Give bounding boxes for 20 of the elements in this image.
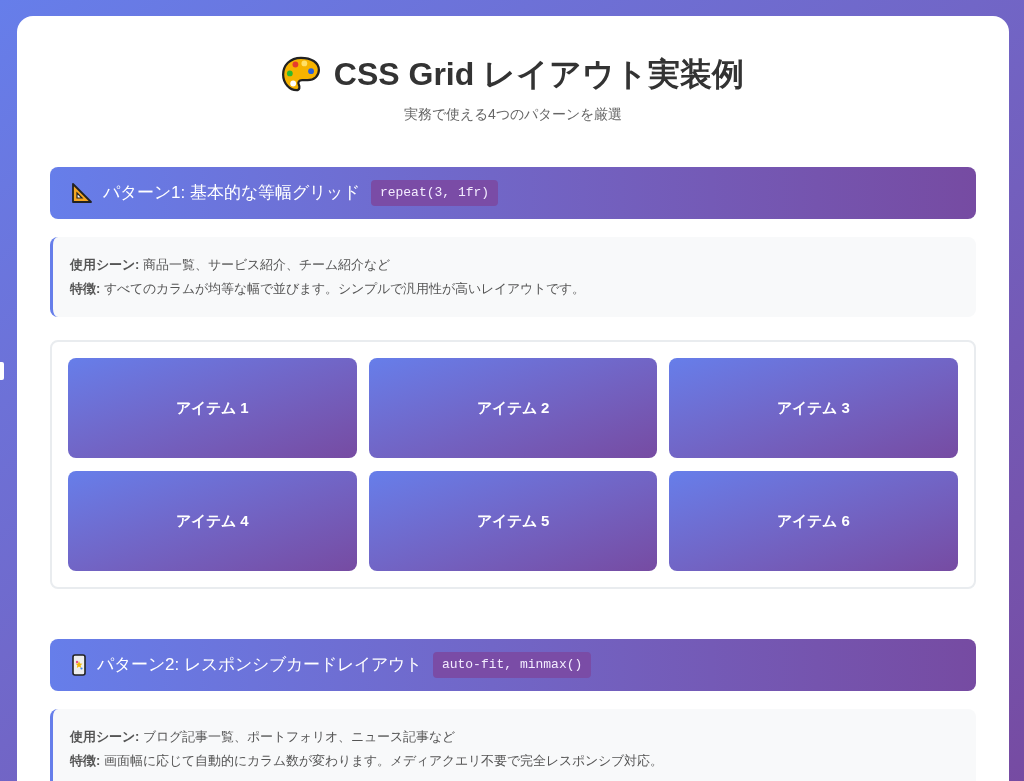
side-tab[interactable] [0, 362, 4, 380]
triangle-ruler-icon [72, 183, 92, 203]
description-text: 使用シーン: ブログ記事一覧、ポートフォリオ、ニュース記事など [70, 728, 456, 746]
phone-icon [72, 654, 86, 676]
grid-item: アイテム 5 [368, 471, 658, 571]
section-title: パターン1: 基本的な等幅グリッド [103, 182, 360, 205]
description-text: 使用シーン: 商品一覧、サービス紹介、チーム紹介など [70, 256, 391, 274]
grid-item: アイテム 2 [368, 358, 658, 458]
page-title: CSS Grid レイアウト実装例 [333, 55, 745, 94]
section-title: パターン2: レスポンシブカードレイアウト [97, 654, 422, 677]
code-tag: repeat(3, 1fr) [370, 180, 499, 206]
description-text: 特徴: 画面幅に応じて自動的にカラム数が変わります。メディアクエリ不要で完全レスポンシブ対応。 [70, 752, 664, 770]
grid-item: アイテム 3 [669, 358, 958, 458]
grid-item: アイテム 4 [68, 471, 357, 571]
grid-item: アイテム 6 [669, 471, 958, 571]
description-text: 特徴: すべてのカラムが均等な幅で並びます。シンプルで汎用性が高いレイアウトです。 [70, 280, 586, 298]
code-tag: auto-fit, minmax() [432, 652, 592, 678]
grid-item: アイテム 1 [68, 358, 357, 458]
palette-icon [281, 56, 320, 92]
page-subtitle: 実務で使える4つのパターンを厳選 [404, 105, 622, 124]
